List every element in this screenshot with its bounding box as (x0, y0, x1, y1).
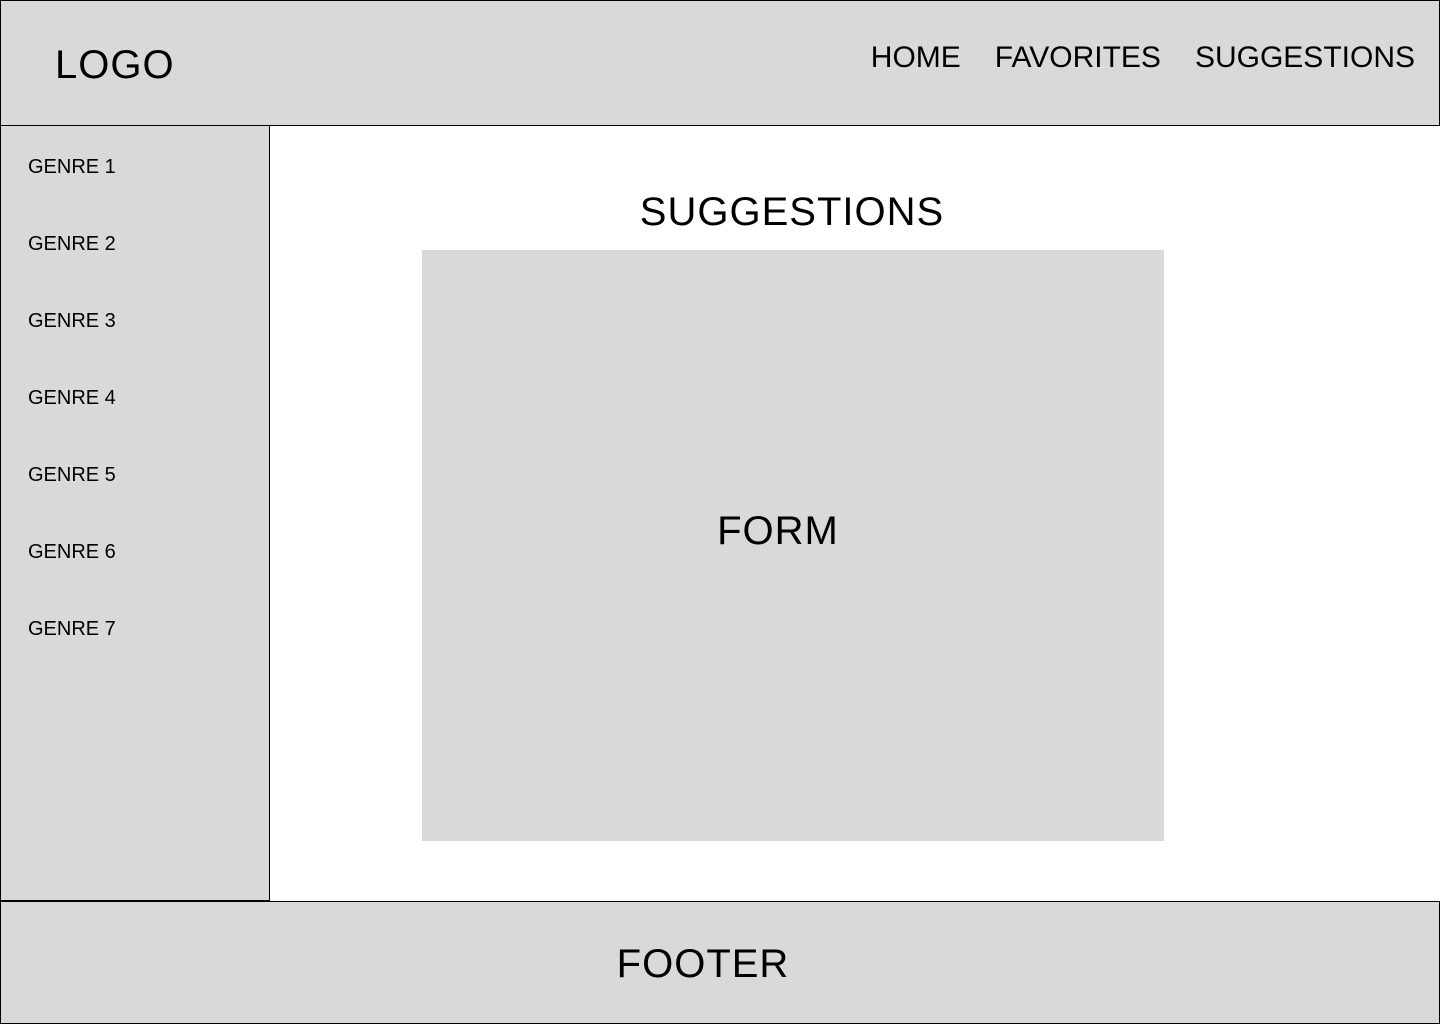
header: LOGO HOME FAVORITES SUGGESTIONS (0, 0, 1440, 126)
sidebar-item-genre-3[interactable]: GENRE 3 (28, 309, 116, 333)
nav-suggestions[interactable]: SUGGESTIONS (1195, 40, 1415, 76)
page: LOGO HOME FAVORITES SUGGESTIONS GENRE 1 … (0, 0, 1440, 1024)
page-title: SUGGESTIONS (639, 190, 945, 234)
logo[interactable]: LOGO (55, 42, 175, 88)
sidebar-item-genre-7[interactable]: GENRE 7 (28, 617, 116, 641)
sidebar-item-genre-4[interactable]: GENRE 4 (28, 386, 116, 410)
main-nav: HOME FAVORITES SUGGESTIONS (837, 40, 1415, 76)
nav-home[interactable]: HOME (871, 40, 961, 76)
sidebar: GENRE 1 GENRE 2 GENRE 3 GENRE 4 GENRE 5 … (0, 126, 270, 901)
footer-label: FOOTER (616, 942, 790, 986)
sidebar-item-genre-1[interactable]: GENRE 1 (28, 155, 116, 179)
sidebar-item-genre-6[interactable]: GENRE 6 (28, 540, 116, 564)
form-placeholder-label: FORM (717, 509, 839, 553)
footer: FOOTER (0, 901, 1440, 1024)
nav-favorites[interactable]: FAVORITES (995, 40, 1161, 76)
suggestion-form[interactable]: FORM (422, 250, 1164, 841)
sidebar-item-genre-2[interactable]: GENRE 2 (28, 232, 116, 256)
sidebar-item-genre-5[interactable]: GENRE 5 (28, 463, 116, 487)
